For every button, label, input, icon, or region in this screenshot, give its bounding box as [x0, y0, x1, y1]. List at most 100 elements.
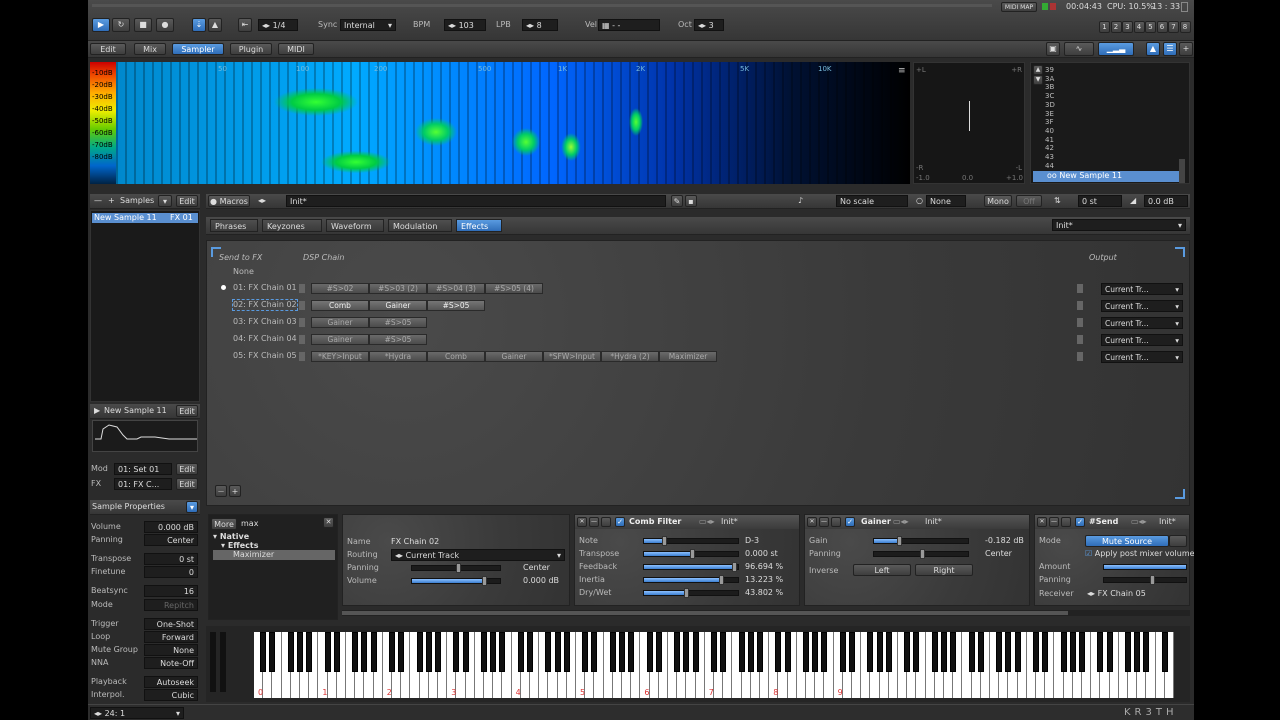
comb-filter-preset[interactable]: Init*	[721, 517, 738, 527]
view-tab-mix[interactable]: Mix	[134, 43, 166, 55]
black-key[interactable]	[1069, 632, 1076, 672]
inverse-left-button[interactable]: Left	[853, 564, 911, 576]
drag-handle-icon[interactable]	[831, 517, 841, 527]
black-key[interactable]	[996, 632, 1003, 672]
black-key[interactable]	[977, 632, 984, 672]
black-key[interactable]	[370, 632, 377, 672]
chain-drag-handle[interactable]	[299, 284, 305, 293]
output-drag-handle[interactable]	[1077, 284, 1083, 293]
fx-chain-name[interactable]: 04: FX Chain 04	[233, 334, 297, 344]
black-key[interactable]	[499, 632, 506, 672]
receiver-select[interactable]: ◂▸ FX Chain 05	[1087, 589, 1146, 599]
drag-handle-icon[interactable]	[601, 517, 611, 527]
output-drag-handle[interactable]	[1077, 318, 1083, 327]
device-enable-checkbox[interactable]: ✓	[845, 517, 855, 527]
fx-device-slot[interactable]: *Hydra	[369, 351, 427, 362]
send-panning-slider[interactable]	[1103, 575, 1187, 585]
black-key[interactable]	[462, 632, 469, 672]
list-down-icon[interactable]: ▼	[1033, 75, 1043, 85]
black-key[interactable]	[545, 632, 552, 672]
remove-chain-icon[interactable]: —	[215, 485, 227, 497]
close-icon[interactable]: ✕	[807, 517, 817, 527]
add-icon[interactable]: +	[108, 196, 115, 206]
fx-device-slot[interactable]: Comb	[311, 300, 369, 311]
track-button-5[interactable]: 5	[1145, 21, 1156, 33]
black-key[interactable]	[435, 632, 441, 672]
block-loop-button[interactable]: ⇤	[238, 18, 252, 32]
editor-tab-modulation[interactable]: Modulation	[388, 219, 452, 232]
black-key[interactable]	[839, 632, 846, 672]
black-key[interactable]	[563, 632, 570, 672]
chain-volume-slider[interactable]	[411, 576, 501, 586]
black-key[interactable]	[876, 632, 883, 672]
fx-device-slot[interactable]: Gainer	[485, 351, 543, 362]
black-key[interactable]	[803, 632, 809, 672]
output-drag-handle[interactable]	[1077, 335, 1083, 344]
editor-tab-phrases[interactable]: Phrases	[210, 219, 258, 232]
device-search-input[interactable]: max	[241, 519, 258, 529]
send-mode-button[interactable]: Mute Source	[1085, 535, 1169, 547]
black-key[interactable]	[1033, 632, 1039, 672]
track-button-7[interactable]: 7	[1168, 21, 1179, 33]
add-chain-icon[interactable]: +	[229, 485, 241, 497]
view-tab-sampler[interactable]: Sampler	[172, 43, 224, 55]
black-key[interactable]	[1079, 632, 1085, 672]
black-key[interactable]	[931, 632, 938, 672]
inverse-right-button[interactable]: Right	[915, 564, 973, 576]
instrument-preset-select[interactable]: Init*	[286, 195, 666, 207]
device-scrollbar-thumb[interactable]	[342, 611, 1068, 615]
comb-transpose-slider[interactable]	[643, 549, 739, 559]
view-tab-plugin[interactable]: Plugin	[230, 43, 272, 55]
black-key[interactable]	[609, 632, 616, 672]
black-key[interactable]	[1060, 632, 1067, 672]
stop-button[interactable]: ■	[134, 18, 152, 32]
black-key[interactable]	[287, 632, 294, 672]
view-tab-edit[interactable]: Edit	[90, 43, 126, 55]
black-key[interactable]	[646, 632, 653, 672]
black-key[interactable]	[849, 632, 855, 672]
minimize-icon[interactable]: —	[589, 517, 599, 527]
sample-prop-mutegroup[interactable]: None	[144, 644, 198, 656]
fx-chain-name[interactable]: 05: FX Chain 05	[233, 351, 297, 361]
collapse-icon[interactable]: —	[94, 196, 102, 206]
loop-pattern-button[interactable]: ↻	[112, 18, 130, 32]
scale-select[interactable]: No scale	[836, 195, 908, 207]
fx-chain-output-select[interactable]: Current Tr... ▾	[1101, 300, 1183, 312]
glide-off-button[interactable]: Off	[1016, 195, 1042, 207]
send-preset[interactable]: Init*	[1159, 517, 1176, 527]
fx-chain-output-select[interactable]: Current Tr... ▾	[1101, 317, 1183, 329]
list-scrollbar[interactable]	[1179, 159, 1185, 183]
black-key[interactable]	[720, 632, 727, 672]
spectrum-mode-button[interactable]: ▁▂▃	[1098, 42, 1134, 56]
fx-chain-output-select[interactable]: Current Tr... ▾	[1101, 334, 1183, 346]
editor-tab-keyzones[interactable]: Keyzones	[262, 219, 322, 232]
save-preset-icon[interactable]: ▪	[685, 195, 697, 207]
track-button-8[interactable]: 8	[1179, 21, 1191, 33]
device-enable-checkbox[interactable]: ✓	[615, 517, 625, 527]
sample-prop-loop[interactable]: Forward	[144, 631, 198, 643]
arrows-icon[interactable]: ◂▸	[258, 196, 266, 206]
global-volume[interactable]: 0.0 dB	[1144, 195, 1188, 207]
sync-select[interactable]: Internal ▾	[340, 19, 396, 31]
mod-edit-button[interactable]: Edit	[176, 463, 198, 475]
output-drag-handle[interactable]	[1077, 301, 1083, 310]
disk-browser-icon[interactable]: ▣	[1046, 42, 1060, 56]
comb-feedback-slider[interactable]	[643, 562, 739, 572]
device-enable-checkbox[interactable]: ✓	[1075, 517, 1085, 527]
slider-knob[interactable]	[689, 549, 695, 559]
sample-prop-playback[interactable]: Autoseek	[144, 676, 198, 688]
chain-name-value[interactable]: FX Chain 02	[391, 537, 439, 547]
black-key[interactable]	[306, 632, 313, 672]
routing-select[interactable]: ◂▸ Current Track ▾	[391, 549, 565, 561]
close-icon[interactable]: ✕	[577, 517, 587, 527]
black-key[interactable]	[692, 632, 699, 672]
list-view-button[interactable]: ☰	[1163, 42, 1177, 56]
black-key[interactable]	[297, 632, 303, 672]
fx-chain-name[interactable]: 03: FX Chain 03	[233, 317, 297, 327]
chain-panning-slider[interactable]	[411, 563, 501, 573]
play-button[interactable]: ▶	[92, 18, 110, 32]
black-key[interactable]	[628, 632, 635, 672]
fx-device-slot[interactable]: *SFW>Input	[543, 351, 601, 362]
black-key[interactable]	[398, 632, 405, 672]
black-key[interactable]	[333, 632, 340, 672]
